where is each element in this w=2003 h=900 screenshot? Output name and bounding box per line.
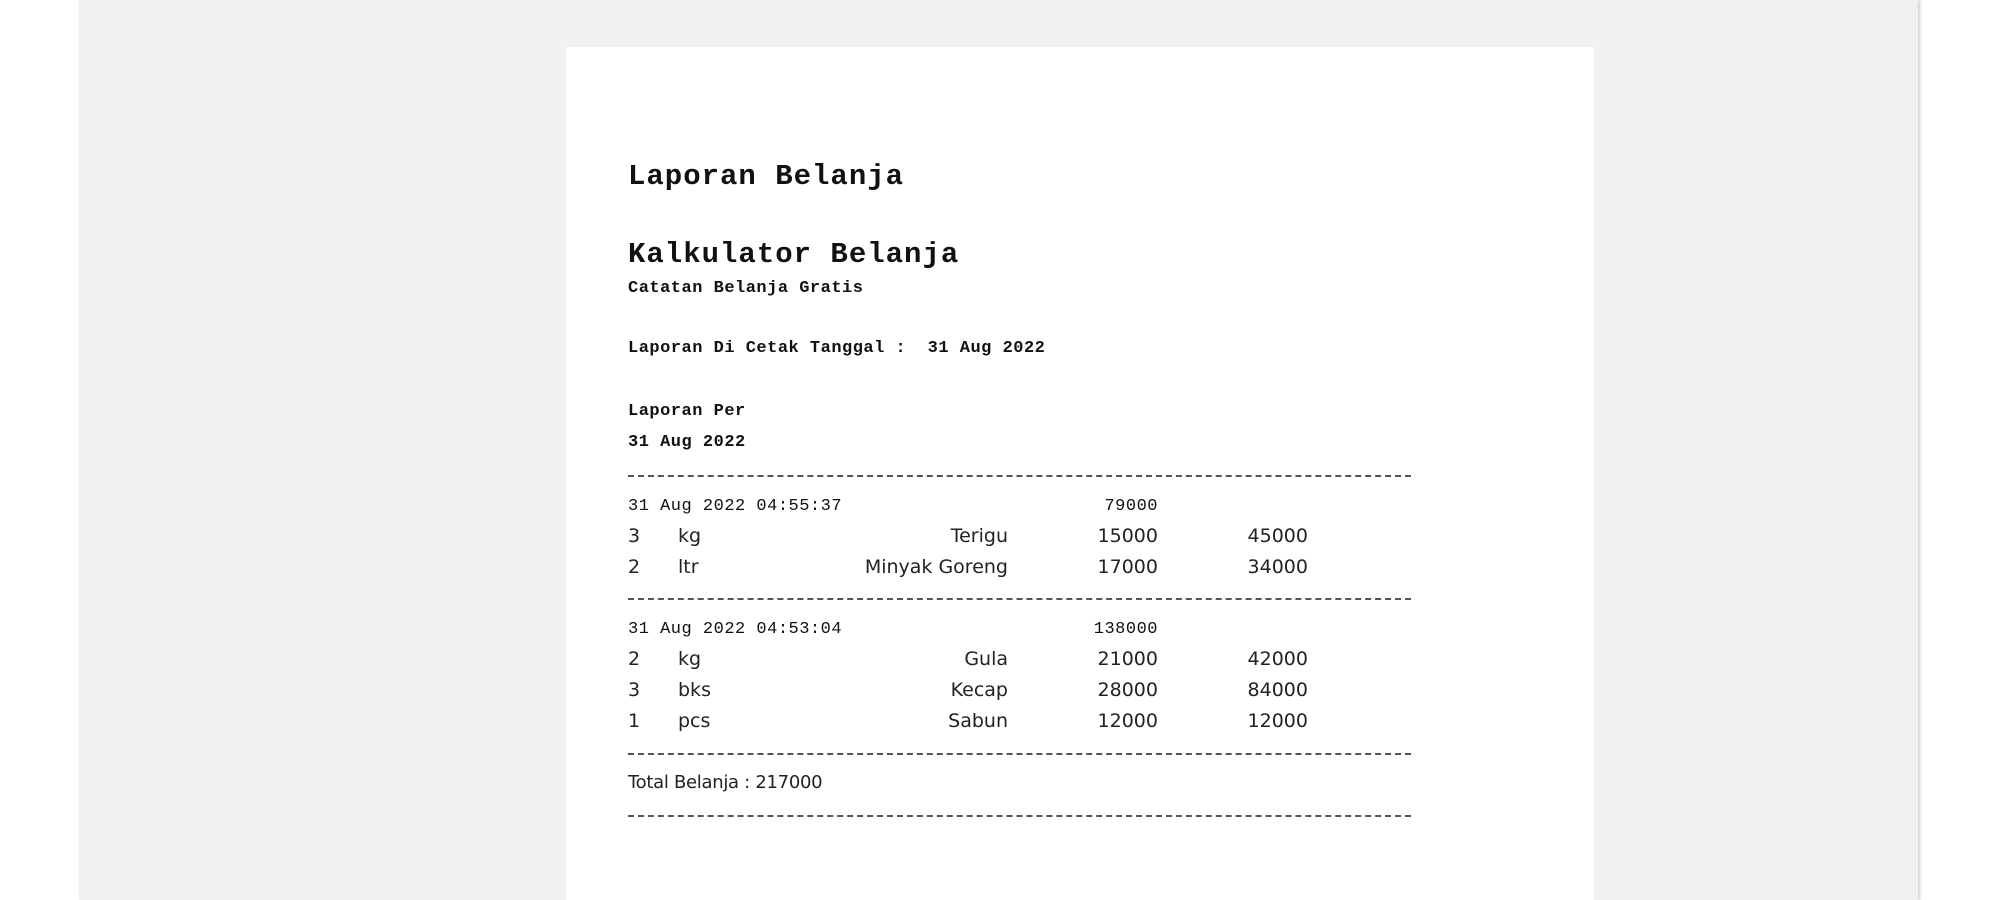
app-name: Kalkulator Belanja	[628, 238, 960, 271]
item-name: Gula	[964, 648, 1008, 670]
transaction-total: 79000	[1104, 497, 1158, 516]
transaction-total: 138000	[1093, 620, 1158, 639]
item-subtotal: 12000	[1247, 710, 1308, 732]
report-page: Laporan Belanja Kalkulator Belanja Catat…	[566, 47, 1594, 900]
item-name: Minyak Goreng	[864, 556, 1008, 578]
transaction-datetime: 31 Aug 2022 04:55:37	[628, 497, 843, 516]
item-unit: bks	[678, 679, 711, 701]
item-subtotal: 45000	[1247, 525, 1308, 547]
period-label: Laporan Per	[628, 402, 746, 421]
grand-total: Total Belanja : 217000	[628, 772, 823, 793]
document-viewer: Laporan Belanja Kalkulator Belanja Catat…	[80, 0, 1918, 900]
divider	[628, 598, 1411, 600]
printed-date-line: Laporan Di Cetak Tanggal : 31 Aug 2022	[628, 339, 1045, 358]
item-subtotal: 34000	[1247, 556, 1308, 578]
divider	[628, 753, 1411, 755]
report-title: Laporan Belanja	[628, 160, 905, 193]
item-unit: kg	[678, 648, 702, 670]
item-name: Terigu	[950, 525, 1008, 547]
item-name: Kecap	[950, 679, 1008, 701]
item-subtotal: 42000	[1247, 648, 1308, 670]
item-qty: 3	[628, 525, 641, 547]
item-price: 17000	[1097, 556, 1158, 578]
item-unit: ltr	[678, 556, 699, 578]
item-qty: 2	[628, 556, 641, 578]
item-unit: kg	[678, 525, 702, 547]
item-qty: 1	[628, 710, 641, 732]
item-price: 12000	[1097, 710, 1158, 732]
printed-date: 31 Aug 2022	[927, 339, 1046, 358]
item-name: Sabun	[948, 710, 1008, 732]
period-date: 31 Aug 2022	[628, 433, 746, 452]
printed-label: Laporan Di Cetak Tanggal :	[628, 339, 907, 358]
item-qty: 3	[628, 679, 641, 701]
item-price: 28000	[1097, 679, 1158, 701]
item-price: 21000	[1097, 648, 1158, 670]
item-qty: 2	[628, 648, 641, 670]
item-unit: pcs	[678, 710, 711, 732]
divider	[628, 815, 1411, 817]
app-tagline: Catatan Belanja Gratis	[628, 279, 864, 298]
item-price: 15000	[1097, 525, 1158, 547]
divider	[628, 475, 1411, 477]
transaction-datetime: 31 Aug 2022 04:53:04	[628, 620, 843, 639]
item-subtotal: 84000	[1247, 679, 1308, 701]
